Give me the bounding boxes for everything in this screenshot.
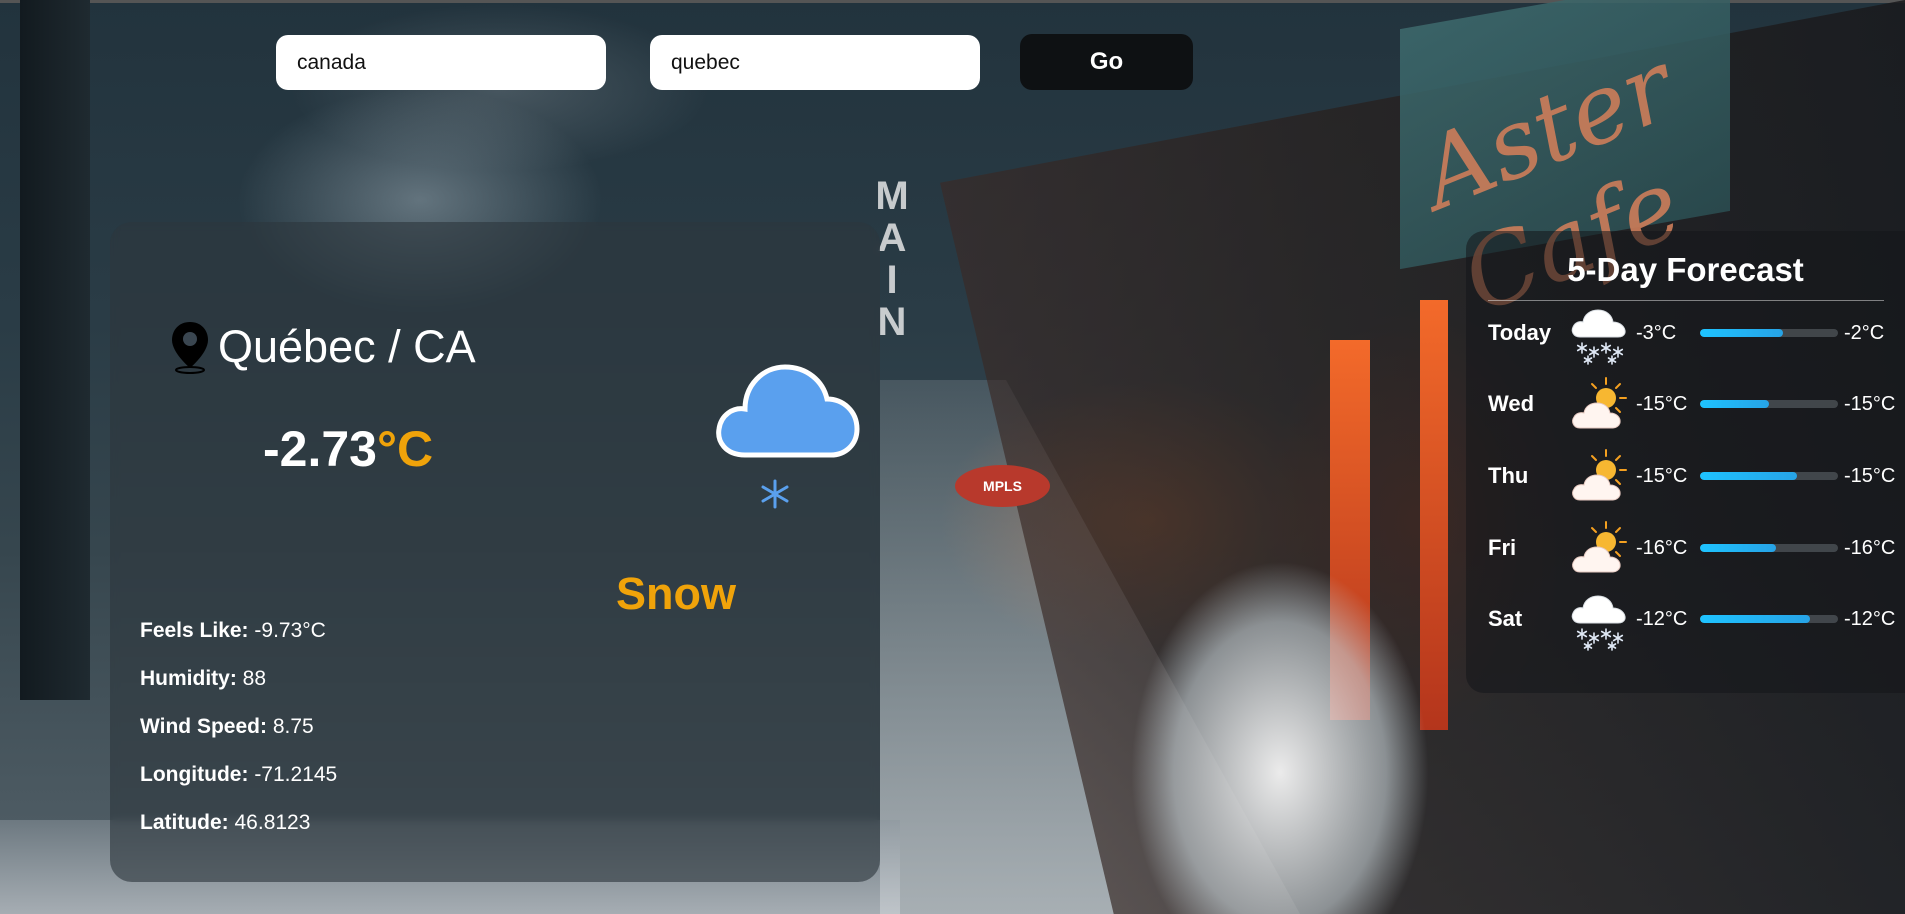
forecast-day: Today <box>1488 320 1552 345</box>
forecast-temp-bar-fill <box>1700 544 1776 552</box>
forecast-high: -15°C <box>1844 465 1896 487</box>
detail-label: Wind Speed: <box>140 715 267 738</box>
temperature-unit: °C <box>376 421 434 477</box>
city-input[interactable] <box>650 35 980 90</box>
snow-icon <box>1570 591 1630 651</box>
forecast-row: Wed -15°C -15°C <box>1488 374 1905 434</box>
forecast-low: -3°C <box>1636 322 1677 344</box>
detail-value: -9.73°C <box>254 619 326 642</box>
detail-wind-speed: Wind Speed: 8.75 <box>140 703 337 751</box>
detail-label: Humidity: <box>140 667 237 690</box>
forecast-temp-bar-fill <box>1700 615 1811 623</box>
shop-sign: MPLS <box>955 465 1050 507</box>
forecast-temp-bar <box>1700 615 1838 623</box>
detail-value: 88 <box>242 667 267 690</box>
forecast-high: -15°C <box>1844 393 1896 415</box>
detail-label: Longitude: <box>140 763 249 786</box>
detail-humidity: Humidity: 88 <box>140 655 337 703</box>
country-input[interactable] <box>276 35 606 90</box>
forecast-row: Fri -16°C -16°C <box>1488 518 1905 578</box>
detail-label: Latitude: <box>140 811 229 834</box>
forecast-row: Thu -15°C -15°C <box>1488 446 1905 506</box>
snowy-tree <box>1130 560 1430 914</box>
detail-latitude: Latitude: 46.8123 <box>140 799 337 847</box>
detail-value: 8.75 <box>272 715 314 738</box>
partly-sunny-icon <box>1570 448 1630 508</box>
current-weather-card: Québec / CA -2.73°C Snow Feels Like: -9.… <box>110 222 880 882</box>
forecast-day: Wed <box>1488 391 1535 416</box>
detail-value: 46.8123 <box>234 811 311 834</box>
snowy-branches <box>180 0 820 220</box>
forecast-low: -15°C <box>1636 465 1688 487</box>
forecast-temp-bar <box>1700 329 1838 337</box>
snow-icon <box>1570 305 1630 365</box>
detail-value: -71.2145 <box>254 763 338 786</box>
forecast-divider <box>1488 300 1884 301</box>
detail-longitude: Longitude: -71.2145 <box>140 751 337 799</box>
forecast-high: -2°C <box>1844 322 1885 344</box>
partly-sunny-icon <box>1570 520 1630 580</box>
forecast-row: Sat -12°C -12°C <box>1488 589 1905 649</box>
forecast-low: -12°C <box>1636 608 1688 630</box>
current-temperature: -2.73°C <box>263 420 433 478</box>
forecast-high: -12°C <box>1844 608 1896 630</box>
forecast-temp-bar <box>1700 544 1838 552</box>
forecast-temp-bar <box>1700 472 1838 480</box>
cloud-snow-icon <box>716 364 860 509</box>
forecast-temp-bar-fill <box>1700 329 1783 337</box>
forecast-high: -16°C <box>1844 537 1896 559</box>
forecast-temp-bar-fill <box>1700 472 1797 480</box>
forecast-title: 5-Day Forecast <box>1567 251 1804 288</box>
forecast-temp-bar-fill <box>1700 400 1769 408</box>
forecast-low: -16°C <box>1636 537 1688 559</box>
forecast-low: -15°C <box>1636 393 1688 415</box>
detail-feels-like: Feels Like: -9.73°C <box>140 607 337 655</box>
forecast-temp-bar <box>1700 400 1838 408</box>
forecast-day: Sat <box>1488 606 1523 631</box>
location-pin-icon <box>172 322 208 374</box>
detail-label: Feels Like: <box>140 619 249 642</box>
go-button[interactable]: Go <box>1020 34 1193 90</box>
forecast-panel: 5-Day Forecast Today -3°C -2°C Wed -15°C -15°… <box>1466 231 1905 693</box>
forecast-day: Fri <box>1488 535 1517 560</box>
location-title: Québec / CA <box>218 321 476 372</box>
temperature-value: -2.73 <box>263 421 377 477</box>
tree-trunk <box>20 0 90 700</box>
weather-details: Feels Like: -9.73°C Humidity: 88 Wind Sp… <box>140 607 337 847</box>
weather-condition: Snow <box>616 568 736 619</box>
partly-sunny-icon <box>1570 376 1630 436</box>
forecast-row: Today -3°C -2°C <box>1488 303 1905 363</box>
forecast-day: Thu <box>1488 463 1529 488</box>
location-row: Québec / CA <box>168 320 476 374</box>
